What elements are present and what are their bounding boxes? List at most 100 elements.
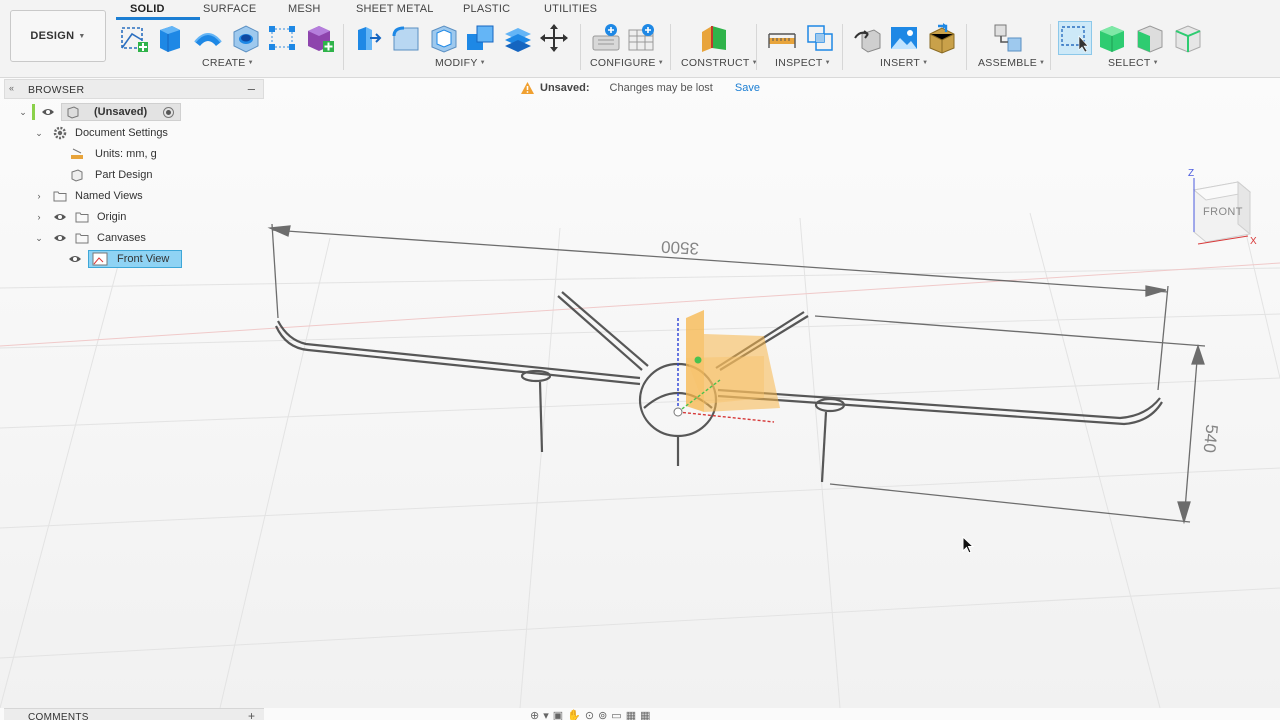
warning-icon	[521, 82, 534, 94]
group-inspect-menu[interactable]: INSPECT ▼	[775, 57, 831, 69]
combine-icon[interactable]	[464, 22, 496, 54]
revolve-icon[interactable]	[192, 22, 224, 54]
zoom-icon[interactable]: ⊙	[585, 709, 594, 720]
browser-title: BROWSER	[28, 84, 85, 96]
toolbar-divider	[580, 24, 581, 70]
chevron-right-icon[interactable]: ›	[34, 212, 44, 222]
tab-plastic[interactable]: PLASTIC	[463, 3, 510, 15]
group-assemble-menu[interactable]: ASSEMBLE ▼	[978, 57, 1045, 69]
pan-icon[interactable]: ✋	[567, 709, 581, 720]
select-edge-icon[interactable]	[1172, 22, 1204, 54]
part-design-label: Part Design	[95, 169, 153, 181]
workspace-switcher-button[interactable]: DESIGN ▼	[10, 10, 106, 62]
browser-node-document-settings[interactable]: ⌄ Document Settings	[34, 124, 168, 142]
group-select-menu[interactable]: SELECT ▼	[1108, 57, 1159, 69]
insert-derive-icon[interactable]	[852, 22, 884, 54]
eye-icon[interactable]	[68, 254, 82, 264]
chevron-down-icon[interactable]: ⌄	[34, 128, 44, 139]
browser-node-root[interactable]: ⌄ (Unsaved)	[18, 103, 182, 121]
group-assemble-label: ASSEMBLE	[978, 57, 1038, 69]
eye-icon[interactable]	[41, 107, 55, 117]
chevron-down-icon: ▼	[247, 60, 254, 66]
viewcube-x-axis-label: X	[1250, 236, 1257, 247]
root-component-box[interactable]: (Unsaved)	[61, 103, 182, 121]
interference-icon[interactable]	[804, 22, 836, 54]
activate-radio-icon[interactable]	[163, 106, 175, 118]
folder-icon	[75, 212, 89, 223]
move-icon[interactable]	[538, 22, 570, 54]
browser-node-canvases[interactable]: ⌄ Canvases	[34, 229, 146, 247]
extrude-icon[interactable]	[154, 22, 186, 54]
shell-icon[interactable]	[428, 22, 460, 54]
browser-node-named-views[interactable]: › Named Views	[34, 187, 143, 205]
mouse-cursor-icon	[962, 536, 974, 554]
fit-icon[interactable]: ⊚	[598, 709, 607, 720]
display-settings-icon[interactable]: ▭	[611, 709, 621, 720]
tab-utilities[interactable]: UTILITIES	[544, 3, 597, 15]
eye-icon[interactable]	[53, 233, 67, 243]
dimension-height-label: 540	[1200, 423, 1222, 453]
front-view-selection[interactable]: Front View	[88, 250, 183, 268]
window-select-icon[interactable]	[1058, 21, 1092, 55]
look-at-icon[interactable]: ▣	[553, 709, 563, 720]
insert-mcmaster-icon[interactable]	[926, 22, 958, 54]
root-component-label: (Unsaved)	[94, 106, 148, 118]
origin-marker	[694, 356, 702, 364]
insert-canvas-icon[interactable]	[888, 22, 920, 54]
construct-plane-icon[interactable]	[698, 22, 730, 54]
create-sketch-icon[interactable]	[118, 22, 150, 54]
toolbar-divider	[842, 24, 843, 70]
chevron-down-icon: ▼	[78, 32, 86, 40]
grid-settings-icon[interactable]: ▦	[626, 709, 636, 720]
collapse-panel-icon[interactable]: «	[9, 83, 14, 93]
browser-node-origin[interactable]: › Origin	[34, 208, 127, 226]
eye-icon[interactable]	[53, 212, 67, 222]
origin-point	[673, 407, 683, 417]
measure-icon[interactable]	[766, 22, 798, 54]
configure-icon[interactable]	[590, 22, 622, 54]
group-inspect-label: INSPECT	[775, 57, 823, 69]
chevron-down-icon[interactable]: ⌄	[34, 233, 44, 244]
gear-icon	[53, 126, 67, 140]
active-tab-indicator	[116, 17, 200, 20]
tab-surface[interactable]: SURFACE	[203, 3, 256, 15]
unsaved-notice: Unsaved: Changes may be lost Save	[520, 80, 760, 96]
viewports-icon[interactable]: ▦	[640, 709, 650, 720]
group-construct-menu[interactable]: CONSTRUCT ▼	[681, 57, 758, 69]
chevron-down-icon[interactable]: ⌄	[18, 107, 28, 118]
unsaved-message: Changes may be lost	[609, 82, 713, 94]
configuration-table-icon[interactable]	[626, 22, 658, 54]
chevron-down-icon: ▼	[1039, 60, 1046, 66]
viewcube[interactable]: FRONT Z X	[1186, 168, 1262, 250]
select-body-icon[interactable]	[1096, 22, 1128, 54]
fillet-icon[interactable]	[390, 22, 422, 54]
chevron-right-icon[interactable]: ›	[34, 191, 44, 201]
part-design-icon	[71, 169, 83, 182]
press-pull-icon[interactable]	[352, 22, 384, 54]
group-construct-label: CONSTRUCT	[681, 57, 750, 69]
tab-solid[interactable]: SOLID	[130, 3, 165, 15]
minimize-icon[interactable]: –	[248, 81, 255, 96]
add-comment-icon[interactable]: +	[248, 709, 255, 720]
select-face-icon[interactable]	[1134, 22, 1166, 54]
save-link[interactable]: Save	[735, 82, 760, 94]
hole-icon[interactable]	[230, 22, 262, 54]
orbit-icon[interactable]: ⊕	[530, 709, 539, 720]
group-configure-menu[interactable]: CONFIGURE ▼	[590, 57, 664, 69]
browser-node-units[interactable]: Units: mm, g	[70, 145, 157, 163]
viewcube-z-axis-label: Z	[1188, 168, 1195, 179]
offset-face-icon[interactable]	[502, 22, 534, 54]
browser-node-front-view[interactable]: Front View	[68, 250, 183, 268]
create-form-icon[interactable]	[304, 22, 336, 54]
tab-mesh[interactable]: MESH	[288, 3, 321, 15]
group-modify-menu[interactable]: MODIFY ▼	[435, 57, 486, 69]
units-ruler-icon	[71, 148, 83, 159]
canvas-image-icon	[92, 252, 108, 266]
pattern-icon[interactable]	[266, 22, 298, 54]
chevron-down-icon[interactable]: ▾	[543, 709, 549, 720]
group-create-menu[interactable]: CREATE ▼	[202, 57, 254, 69]
joint-icon[interactable]	[992, 22, 1024, 54]
tab-sheet-metal[interactable]: SHEET METAL	[356, 3, 434, 15]
group-insert-menu[interactable]: INSERT ▼	[880, 57, 928, 69]
browser-node-part-design[interactable]: Part Design	[70, 166, 152, 184]
